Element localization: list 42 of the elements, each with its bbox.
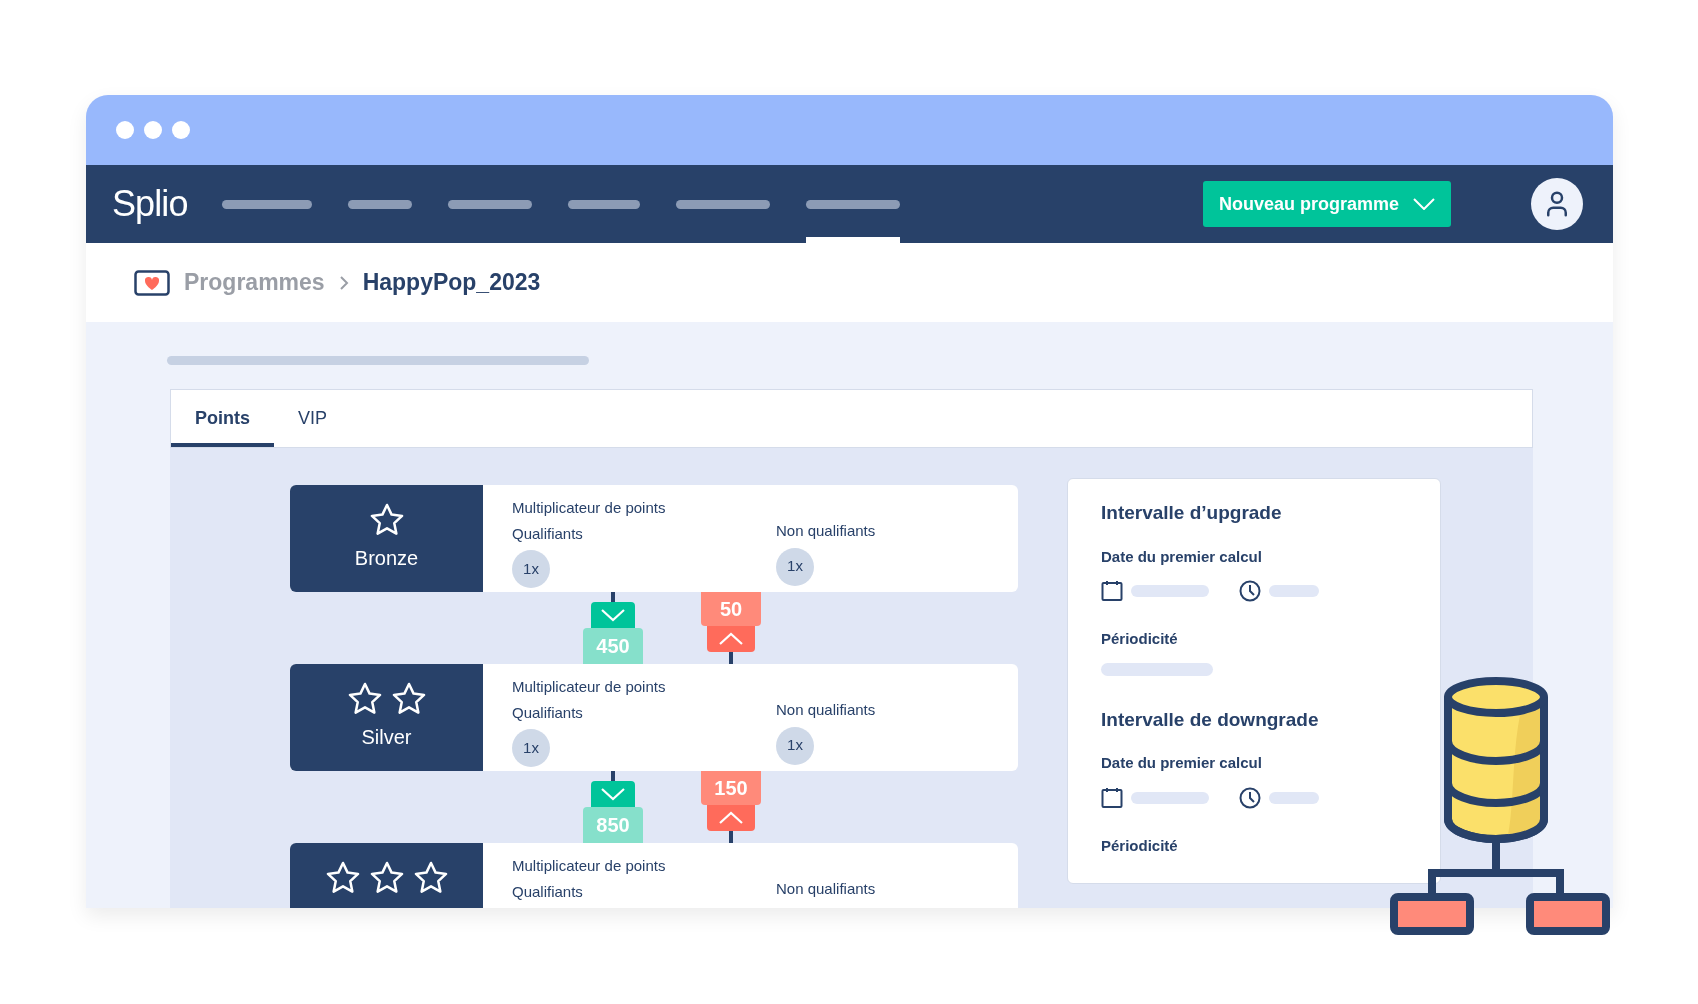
chevron-right-icon bbox=[338, 274, 349, 291]
field-label: Périodicité bbox=[1101, 629, 1179, 649]
skeleton-bar bbox=[1269, 585, 1319, 597]
field-label: Date du premier calcul bbox=[1101, 546, 1263, 567]
field-label: Périodicité bbox=[1101, 835, 1179, 856]
multiplier-heading: Multiplicateur de points bbox=[512, 498, 667, 518]
chevron-down-icon bbox=[1413, 198, 1435, 210]
breadcrumb-current: HappyPop_2023 bbox=[362, 268, 541, 298]
calendar-icon bbox=[1101, 786, 1123, 809]
skeleton-bar bbox=[1269, 791, 1319, 804]
calendar-icon bbox=[1101, 580, 1123, 602]
avatar-button[interactable] bbox=[1531, 178, 1583, 230]
upgrade-threshold: 50 bbox=[701, 592, 761, 626]
chevron-up-icon bbox=[718, 632, 744, 646]
chevron-down-icon bbox=[600, 608, 626, 622]
qualifying-label: Qualifiants bbox=[512, 702, 584, 723]
multiplier-chip: 1x bbox=[512, 729, 550, 767]
qualifying-label: Qualifiants bbox=[512, 523, 584, 544]
multiplier-chip: 1x bbox=[512, 550, 550, 588]
logo[interactable]: Splio bbox=[112, 177, 188, 231]
field-label: Date du premier calcul bbox=[1101, 753, 1263, 773]
tab[interactable]: VIP bbox=[274, 390, 352, 447]
non-qualifying-label: Non qualifiants bbox=[776, 879, 876, 899]
multiplier-heading: Multiplicateur de points bbox=[512, 677, 667, 697]
multiplier-chip: 1x bbox=[776, 726, 814, 765]
upgrade-threshold: 150 bbox=[701, 771, 761, 805]
non-qualifying-label: Non qualifiants bbox=[776, 521, 876, 541]
interval-title: Intervalle de downgrade bbox=[1101, 707, 1320, 732]
tier-name: Silver bbox=[361, 725, 412, 750]
qualifying-label: Qualifiants bbox=[512, 881, 584, 902]
downgrade-threshold: 450 bbox=[583, 628, 643, 664]
non-qualifying-label: Non qualifiants bbox=[776, 700, 876, 720]
multiplier-chip: 1x bbox=[776, 547, 814, 586]
chevron-up-icon bbox=[718, 811, 744, 825]
downgrade-threshold: 850 bbox=[583, 807, 643, 843]
interval-title: Intervalle d’upgrade bbox=[1101, 501, 1283, 525]
clock-icon bbox=[1239, 580, 1261, 602]
multiplier-heading: Multiplicateur de points bbox=[512, 856, 667, 876]
chevron-down-icon bbox=[600, 787, 626, 801]
heart-card-icon bbox=[134, 269, 170, 296]
tier-name: Bronze bbox=[354, 546, 419, 571]
clock-icon bbox=[1239, 786, 1261, 809]
